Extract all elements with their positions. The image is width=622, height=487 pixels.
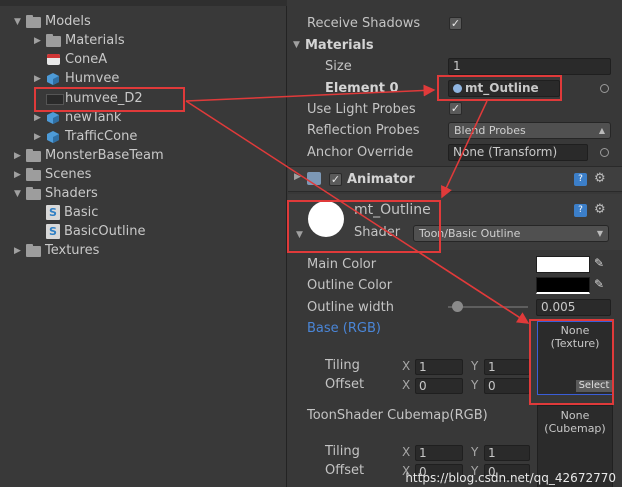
cube-tiling-y-field[interactable]: 1 (484, 445, 530, 461)
base-offset-y-field[interactable]: 0 (484, 378, 530, 394)
eyedropper-icon[interactable]: ✎ (594, 277, 604, 291)
help-icon[interactable]: ? (574, 204, 587, 217)
folder-icon (26, 168, 42, 181)
expanded-arrow-icon[interactable]: ▼ (293, 40, 303, 50)
outline-width-row: Outline width (307, 299, 394, 315)
shader-icon: S (46, 205, 60, 220)
base-rgb-row: Base (RGB) (307, 320, 381, 336)
reflection-probes-dropdown[interactable]: Blend Probes ▲ (448, 122, 611, 139)
receive-shadows-row: Receive Shadows (307, 15, 421, 31)
help-icon[interactable]: ? (574, 173, 587, 186)
outline-width-field[interactable]: 0.005 (536, 299, 611, 316)
tree-item-humvee[interactable]: ▶ Humvee (34, 69, 119, 88)
tree-item-trafficcone[interactable]: ▶ TrafficCone (34, 127, 137, 146)
highlight-element0 (437, 75, 562, 101)
highlight-base-texture (529, 319, 614, 405)
highlight-humvee-d2 (34, 87, 185, 112)
collapsed-arrow-icon[interactable]: ▶ (34, 113, 44, 123)
outline-color-swatch[interactable] (536, 277, 590, 294)
anchor-override-row: Anchor Override (307, 144, 414, 160)
tree-item-conea[interactable]: ConeA (46, 50, 107, 69)
project-panel: ▼ Models ▶ Materials ConeA ▶ Humvee humv… (0, 0, 287, 487)
collapsed-arrow-icon[interactable]: ▶ (34, 132, 44, 142)
prefab-icon (46, 72, 62, 85)
use-light-probes-row: Use Light Probes (307, 101, 416, 117)
shader-icon: S (46, 224, 60, 239)
base-tiling-y-field[interactable]: 1 (484, 359, 530, 375)
tree-item-basicoutline[interactable]: S BasicOutline (46, 222, 145, 241)
main-color-row: Main Color (307, 256, 377, 272)
materials-foldout[interactable]: ▼ Materials (293, 35, 374, 55)
collapsed-arrow-icon[interactable]: ▶ (34, 36, 44, 46)
tree-item-scenes[interactable]: ▶ Scenes (14, 165, 91, 184)
folder-icon (26, 244, 42, 257)
collapsed-arrow-icon[interactable]: ▶ (14, 170, 24, 180)
animator-enabled-checkbox[interactable]: ✓ (329, 173, 342, 186)
expanded-arrow-icon[interactable]: ▼ (14, 17, 24, 27)
tree-item-materials[interactable]: ▶ Materials (34, 31, 125, 50)
folder-icon (26, 187, 42, 200)
animator-icon (307, 172, 321, 185)
collapsed-arrow-icon[interactable]: ▶ (14, 151, 24, 161)
use-light-probes-checkbox[interactable]: ✓ (449, 102, 462, 115)
eyedropper-icon[interactable]: ✎ (594, 256, 604, 270)
prefab-icon (46, 130, 62, 143)
animator-component-header[interactable]: ▶ ✓ Animator ? ⚙ (288, 166, 622, 192)
prefab-icon (46, 111, 62, 124)
gear-icon[interactable]: ⚙ (594, 202, 606, 217)
collapsed-arrow-icon[interactable]: ▶ (294, 172, 301, 182)
collapsed-arrow-icon[interactable]: ▶ (14, 246, 24, 256)
tree-item-shaders[interactable]: ▼ Shaders (14, 184, 98, 203)
folder-icon (46, 34, 62, 47)
cubemap-row: ToonShader Cubemap(RGB) (307, 407, 488, 423)
cube-tiling-x-field[interactable]: 1 (415, 445, 463, 461)
receive-shadows-checkbox[interactable]: ✓ (449, 17, 462, 30)
watermark-text: https://blog.csdn.net/qq_42672770 (405, 471, 616, 485)
outline-width-slider-handle[interactable] (452, 301, 463, 312)
gear-icon[interactable]: ⚙ (594, 171, 606, 186)
folder-icon (26, 149, 42, 162)
object-picker-icon[interactable] (600, 148, 609, 157)
element0-row: Element 0 (325, 80, 399, 96)
tree-item-monsterbaseteam[interactable]: ▶ MonsterBaseTeam (14, 146, 164, 165)
size-field[interactable]: 1 (448, 58, 611, 75)
object-picker-icon[interactable] (600, 84, 609, 93)
base-offset-x-field[interactable]: 0 (415, 378, 463, 394)
tree-item-models[interactable]: ▼ Models (14, 12, 91, 31)
folder-icon (26, 15, 42, 28)
top-strip (0, 0, 287, 6)
dropdown-arrow-icon: ▲ (598, 126, 605, 135)
base-tiling-x-field[interactable]: 1 (415, 359, 463, 375)
anchor-override-field[interactable]: None (Transform) (448, 144, 588, 161)
main-color-swatch[interactable] (536, 256, 590, 273)
size-row: Size (325, 58, 352, 74)
collapsed-arrow-icon[interactable]: ▶ (34, 74, 44, 84)
dropdown-arrow-icon: ▼ (596, 229, 603, 238)
expanded-arrow-icon[interactable]: ▼ (14, 189, 24, 199)
shader-dropdown[interactable]: Toon/Basic Outline ▼ (413, 225, 609, 242)
tree-item-textures[interactable]: ▶ Textures (14, 241, 99, 260)
highlight-material-header (287, 200, 441, 253)
outline-color-row: Outline Color (307, 277, 393, 293)
tree-item-basic[interactable]: S Basic (46, 203, 98, 222)
material-icon (46, 53, 62, 66)
reflection-probes-row: Reflection Probes (307, 122, 420, 138)
